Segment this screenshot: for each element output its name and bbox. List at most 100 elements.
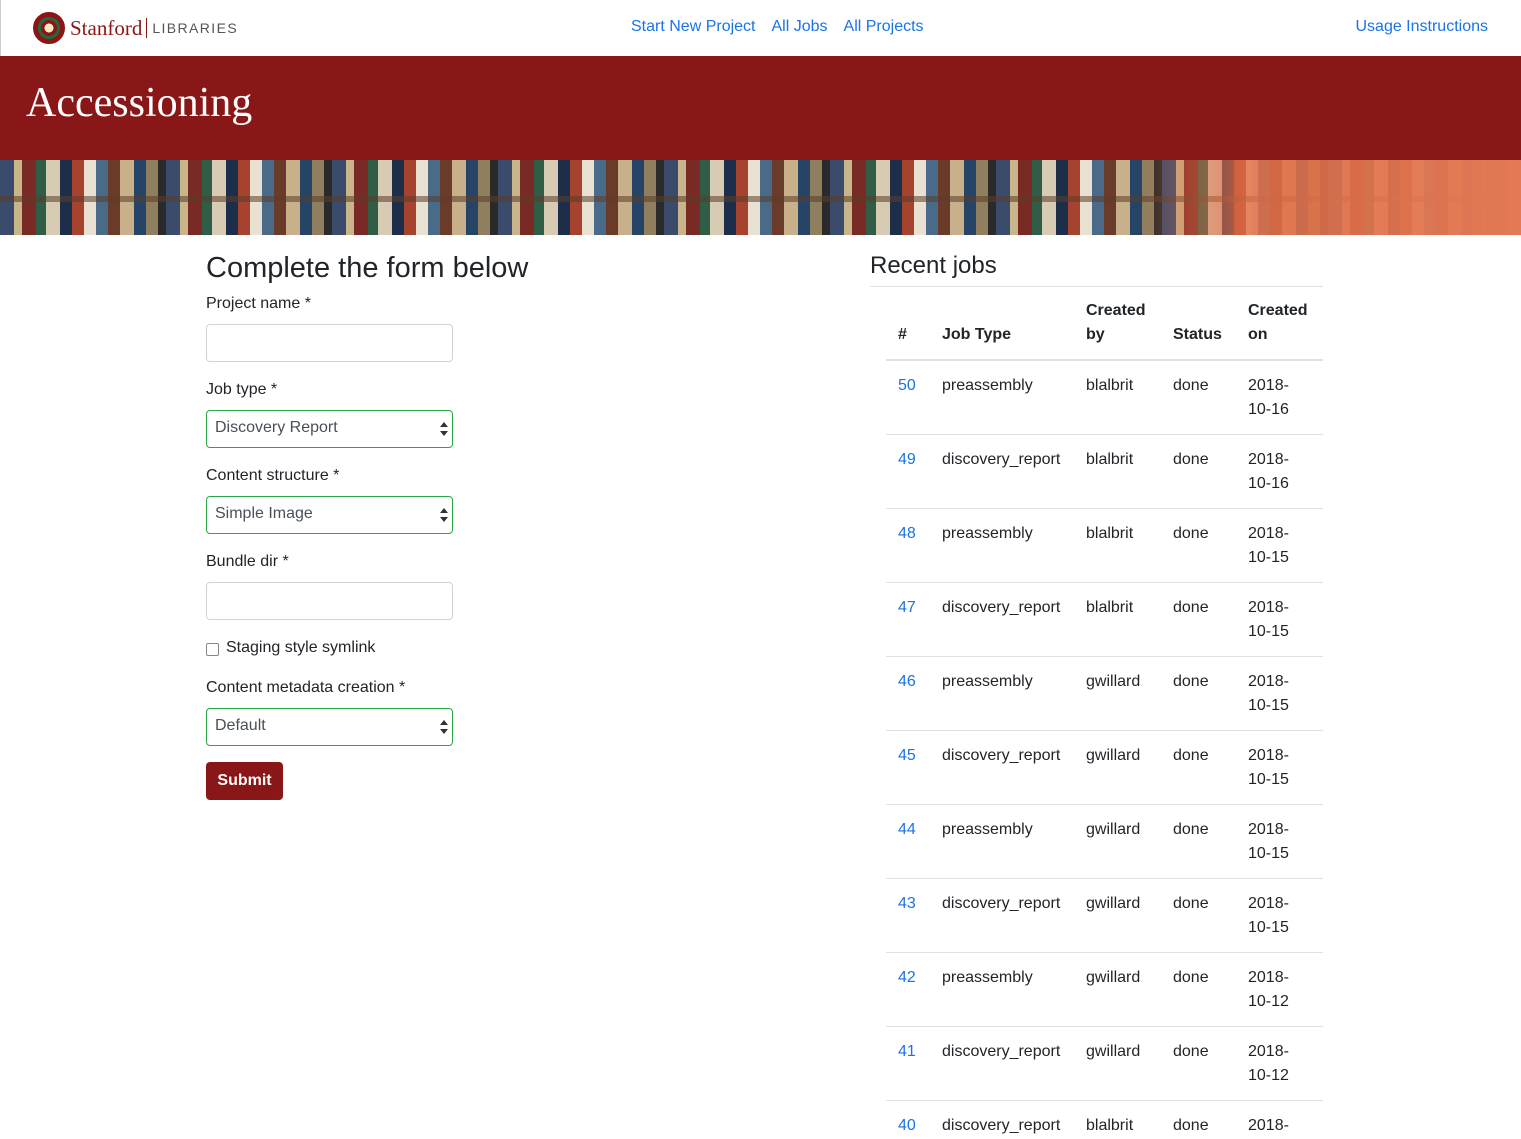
job-id-link[interactable]: 44 bbox=[898, 821, 916, 838]
table-row: 50 preassembly blalbrit done 2018- 10-16 bbox=[886, 360, 1323, 435]
created-by-cell: blalbrit bbox=[1074, 434, 1161, 509]
status-cell: done bbox=[1161, 656, 1236, 731]
job-id-link[interactable]: 48 bbox=[898, 525, 916, 542]
job-id-link[interactable]: 49 bbox=[898, 451, 916, 468]
status-cell: done bbox=[1161, 582, 1236, 657]
job-id-cell: 44 bbox=[886, 804, 930, 879]
logo-divider bbox=[146, 18, 148, 38]
form-heading: Complete the form below bbox=[206, 252, 529, 284]
job-type-cell: discovery_report bbox=[930, 1026, 1074, 1101]
created-by-cell: blalbrit bbox=[1074, 1100, 1161, 1139]
created-on-cell: 2018- 10-15 bbox=[1236, 582, 1323, 657]
created-by-cell: gwillard bbox=[1074, 952, 1161, 1027]
nav-all-jobs[interactable]: All Jobs bbox=[771, 18, 827, 36]
stanford-libraries-logo[interactable]: Stanford LIBRARIES bbox=[33, 12, 238, 44]
status-cell: done bbox=[1173, 377, 1209, 394]
job-id-cell: 41 bbox=[886, 1026, 930, 1101]
created-on-cell: 2018-10-12 bbox=[1236, 1026, 1323, 1101]
job-id-cell: 45 bbox=[886, 730, 930, 805]
page-title: Accessioning bbox=[26, 80, 253, 126]
table-row: 43 discovery_report gwillard done 2018- 10-15 bbox=[886, 878, 1323, 953]
job-id-link[interactable]: 42 bbox=[898, 969, 916, 986]
project-name-label: Project name * bbox=[206, 295, 311, 312]
job-type-select[interactable]: Discovery Report bbox=[206, 410, 453, 448]
col-header-job-type: Job Type bbox=[930, 287, 1074, 361]
table-row: 49 discovery_report blalbrit done 2018- 10-16 bbox=[886, 434, 1323, 509]
table-row: 42 preassembly gwillard done 2018- 10-12 bbox=[886, 952, 1323, 1027]
job-id-link[interactable]: 41 bbox=[898, 1043, 916, 1060]
job-type-cell: preassembly bbox=[930, 804, 1074, 879]
job-id-link[interactable]: 43 bbox=[898, 895, 916, 912]
created-on-cell: 2018- 10-16 bbox=[1248, 377, 1289, 418]
job-id-cell: 42 bbox=[886, 952, 930, 1027]
main-nav-links: Start New Project All Jobs All Projects bbox=[631, 18, 924, 36]
created-by-cell: gwillard bbox=[1074, 656, 1161, 731]
table-row: 40 discovery_reportblalbritdone2018-10-12 bbox=[886, 1100, 1323, 1139]
created-by-cell: gwillard bbox=[1074, 730, 1161, 805]
content-metadata-label: Content metadata creation * bbox=[206, 679, 406, 696]
created-on-cell: 2018- 10-15 bbox=[1236, 804, 1323, 879]
table-row: 44 preassembly gwillard done 2018- 10-15 bbox=[886, 804, 1323, 879]
col-header-id: # bbox=[886, 287, 930, 361]
created-on-cell: 2018- 10-15 bbox=[1236, 508, 1323, 583]
nav-usage-instructions[interactable]: Usage Instructions bbox=[1355, 18, 1488, 36]
job-id-cell: 40 bbox=[886, 1100, 930, 1139]
created-on-cell: 2018-10-12 bbox=[1236, 952, 1323, 1027]
job-type-cell: discovery_report bbox=[930, 730, 1074, 805]
status-cell: done bbox=[1161, 1100, 1236, 1139]
job-type-label: Job type * bbox=[206, 381, 278, 398]
created-on-cell: 2018- 10-15 bbox=[1236, 878, 1323, 953]
content-metadata-select[interactable]: Default bbox=[206, 708, 453, 746]
project-name-input[interactable] bbox=[206, 324, 453, 362]
created-by-cell: blalbrit bbox=[1086, 377, 1134, 394]
nav-all-projects[interactable]: All Projects bbox=[844, 18, 924, 36]
select-arrows-icon bbox=[440, 719, 448, 735]
job-id-cell: 48 bbox=[886, 508, 930, 583]
recent-jobs-table: # Job Type Created by Status Created on … bbox=[886, 287, 1323, 1139]
col-header-created-on: Created on bbox=[1236, 287, 1323, 361]
select-arrows-icon bbox=[440, 421, 448, 437]
job-type-cell: discovery_report bbox=[930, 878, 1074, 953]
status-cell: done bbox=[1161, 434, 1236, 509]
nav-start-new-project[interactable]: Start New Project bbox=[631, 18, 755, 36]
job-id-link[interactable]: 45 bbox=[898, 747, 916, 764]
job-type-cell: preassembly bbox=[942, 377, 1033, 394]
bundle-dir-label: Bundle dir * bbox=[206, 553, 289, 570]
status-cell: done bbox=[1161, 1026, 1236, 1101]
table-row: 46 preassembly gwillard done 2018- 10-15 bbox=[886, 656, 1323, 731]
stanford-seal-icon bbox=[33, 12, 65, 44]
job-id-cell: 47 bbox=[886, 582, 930, 657]
recent-jobs-panel: Recent jobs # Job Type Created by Status… bbox=[870, 250, 1323, 1139]
created-by-cell: gwillard bbox=[1074, 878, 1161, 953]
created-on-cell: 2018- 10-16 bbox=[1236, 434, 1323, 509]
select-arrows-icon bbox=[440, 507, 448, 523]
job-id-link[interactable]: 40 bbox=[898, 1117, 916, 1134]
created-by-cell: gwillard bbox=[1074, 804, 1161, 879]
staging-symlink-checkbox[interactable] bbox=[206, 643, 219, 656]
status-cell: done bbox=[1161, 878, 1236, 953]
job-id-link[interactable]: 50 bbox=[898, 377, 916, 394]
job-id-link[interactable]: 47 bbox=[898, 599, 916, 616]
col-header-status: Status bbox=[1161, 287, 1236, 361]
table-header-row: # Job Type Created by Status Created on bbox=[886, 287, 1323, 361]
logo-wordmark: Stanford bbox=[70, 15, 143, 40]
table-row: 48 preassembly blalbrit done 2018- 10-15 bbox=[886, 508, 1323, 583]
created-by-cell: blalbrit bbox=[1074, 508, 1161, 583]
created-on-cell: 2018- 10-15 bbox=[1236, 656, 1323, 731]
job-type-cell: preassembly bbox=[930, 952, 1074, 1027]
job-id-link[interactable]: 46 bbox=[898, 673, 916, 690]
new-project-form: Complete the form below Project name * J… bbox=[206, 250, 726, 800]
job-type-cell: discovery_report bbox=[930, 434, 1074, 509]
status-cell: done bbox=[1161, 952, 1236, 1027]
submit-button[interactable]: Submit bbox=[206, 762, 283, 800]
job-id-cell: 43 bbox=[886, 878, 930, 953]
job-id-cell: 46 bbox=[886, 656, 930, 731]
recent-jobs-heading: Recent jobs bbox=[870, 250, 1323, 287]
table-row: 47 discovery_report blalbrit done 2018- 10-15 bbox=[886, 582, 1323, 657]
content-structure-value: Simple Image bbox=[215, 505, 313, 522]
staging-symlink-label[interactable]: Staging style symlink bbox=[226, 639, 375, 657]
bundle-dir-input[interactable] bbox=[206, 582, 453, 620]
created-on-cell: 2018-10-12 bbox=[1236, 1100, 1323, 1139]
job-id-cell: 49 bbox=[886, 434, 930, 509]
content-structure-select[interactable]: Simple Image bbox=[206, 496, 453, 534]
